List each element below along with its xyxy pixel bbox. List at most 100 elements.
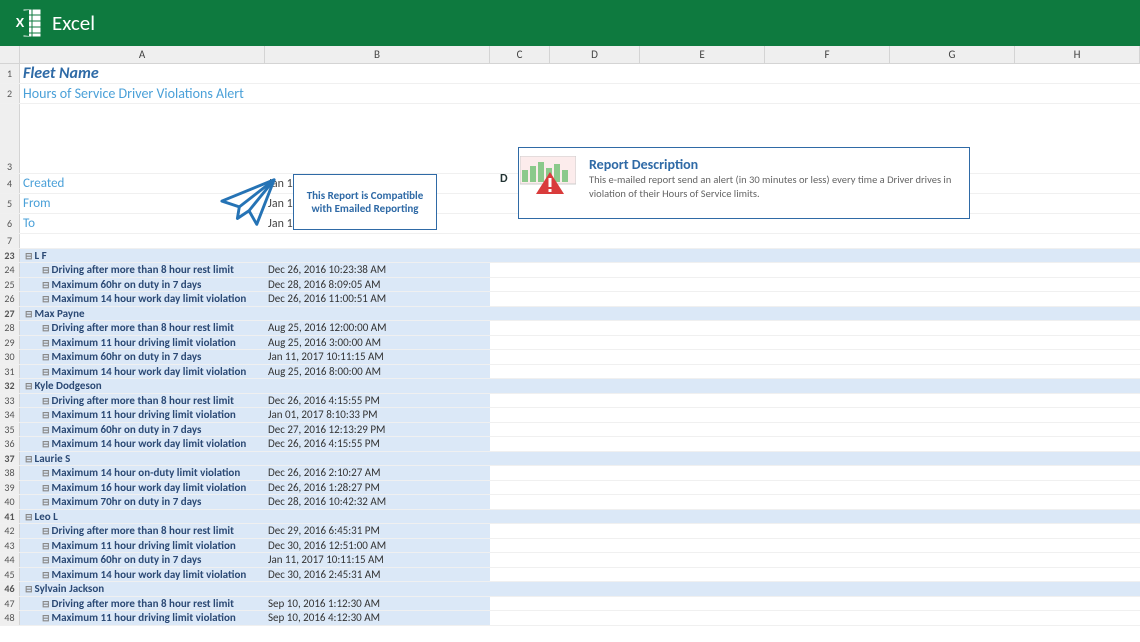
collapse-icon[interactable]: ⊟ [42, 541, 50, 552]
collapse-icon[interactable]: ⊟ [42, 570, 50, 581]
row-number[interactable]: 26 [0, 292, 20, 306]
driver-row[interactable]: 46 ⊟Sylvain Jackson [0, 582, 1140, 597]
grid-row[interactable]: 2 Hours of Service Driver Violations Ale… [0, 84, 1140, 104]
driver-row[interactable]: 41 ⊟Leo L [0, 510, 1140, 525]
row-number[interactable]: 34 [0, 408, 20, 422]
violation-row[interactable]: 28 ⊟Driving after more than 8 hour rest … [0, 321, 1140, 336]
row-number[interactable]: 25 [0, 278, 20, 292]
collapse-icon[interactable]: ⊟ [42, 396, 50, 407]
driver-row[interactable]: 32 ⊟Kyle Dodgeson [0, 379, 1140, 394]
violation-row[interactable]: 36 ⊟Maximum 14 hour work day limit viola… [0, 437, 1140, 452]
driver-row[interactable]: 27 ⊟Max Payne [0, 307, 1140, 322]
violation-row[interactable]: 25 ⊟Maximum 60hr on duty in 7 days Dec 2… [0, 278, 1140, 293]
row-number[interactable]: 40 [0, 495, 20, 509]
row-number[interactable]: 41 [0, 510, 20, 524]
row-number[interactable]: 6 [0, 214, 20, 233]
collapse-icon[interactable]: ⊟ [42, 526, 50, 537]
driver-row[interactable]: 37 ⊟Laurie S [0, 452, 1140, 467]
row-number[interactable]: 47 [0, 597, 20, 611]
row-number[interactable]: 24 [0, 263, 20, 277]
row-number[interactable]: 46 [0, 582, 20, 596]
collapse-icon[interactable]: ⊟ [42, 265, 50, 276]
violation-row[interactable]: 45 ⊟Maximum 14 hour work day limit viola… [0, 568, 1140, 583]
col-header-d[interactable]: D [550, 46, 640, 63]
violation-row[interactable]: 35 ⊟Maximum 60hr on duty in 7 days Dec 2… [0, 423, 1140, 438]
col-header-f[interactable]: F [765, 46, 890, 63]
driver-row[interactable]: 23 ⊟L F [0, 249, 1140, 264]
collapse-icon[interactable]: ⊟ [25, 251, 33, 262]
violation-row[interactable]: 40 ⊟Maximum 70hr on duty in 7 days Dec 2… [0, 495, 1140, 510]
collapse-icon[interactable]: ⊟ [42, 410, 50, 421]
collapse-icon[interactable]: ⊟ [42, 367, 50, 378]
row-number[interactable]: 3 [0, 104, 20, 173]
row-number[interactable]: 32 [0, 379, 20, 393]
row-number[interactable]: 42 [0, 524, 20, 538]
grid-row[interactable]: 7 [0, 234, 1140, 249]
row-number[interactable]: 5 [0, 194, 20, 213]
row-number[interactable]: 23 [0, 249, 20, 263]
col-header-g[interactable]: G [890, 46, 1015, 63]
violation-row[interactable]: 47 ⊟Driving after more than 8 hour rest … [0, 597, 1140, 612]
collapse-icon[interactable]: ⊟ [42, 338, 50, 349]
row-number[interactable]: 31 [0, 365, 20, 379]
row-number[interactable]: 37 [0, 452, 20, 466]
violation-row[interactable]: 48 ⊟Maximum 11 hour driving limit violat… [0, 611, 1140, 626]
collapse-icon[interactable]: ⊟ [42, 425, 50, 436]
collapse-icon[interactable]: ⊟ [25, 381, 33, 392]
collapse-icon[interactable]: ⊟ [42, 468, 50, 479]
collapse-icon[interactable]: ⊟ [42, 294, 50, 305]
collapse-icon[interactable]: ⊟ [42, 497, 50, 508]
row-number[interactable]: 29 [0, 336, 20, 350]
violation-row[interactable]: 31 ⊟Maximum 14 hour work day limit viola… [0, 365, 1140, 380]
violation-row[interactable]: 43 ⊟Maximum 11 hour driving limit violat… [0, 539, 1140, 554]
collapse-icon[interactable]: ⊟ [42, 555, 50, 566]
collapse-icon[interactable]: ⊟ [42, 483, 50, 494]
col-header-c[interactable]: C [490, 46, 550, 63]
row-number[interactable]: 39 [0, 481, 20, 495]
violation-row[interactable]: 29 ⊟Maximum 11 hour driving limit violat… [0, 336, 1140, 351]
row-number[interactable]: 45 [0, 568, 20, 582]
col-header-b[interactable]: B [265, 46, 490, 63]
grid-row[interactable]: 1 Fleet Name [0, 64, 1140, 84]
row-number[interactable]: 33 [0, 394, 20, 408]
row-number[interactable]: 44 [0, 553, 20, 567]
collapse-icon[interactable]: ⊟ [42, 599, 50, 610]
driver-name: ⊟Sylvain Jackson [20, 582, 265, 596]
collapse-icon[interactable]: ⊟ [25, 309, 33, 320]
row-number[interactable]: 1 [0, 64, 20, 83]
violation-row[interactable]: 34 ⊟Maximum 11 hour driving limit violat… [0, 408, 1140, 423]
violation-timestamp: Dec 27, 2016 12:13:29 PM [265, 423, 490, 437]
collapse-icon[interactable]: ⊟ [42, 280, 50, 291]
row-number[interactable]: 28 [0, 321, 20, 335]
violation-row[interactable]: 42 ⊟Driving after more than 8 hour rest … [0, 524, 1140, 539]
collapse-icon[interactable]: ⊟ [42, 323, 50, 334]
collapse-icon[interactable]: ⊟ [42, 613, 50, 624]
row-number[interactable]: 48 [0, 611, 20, 625]
row-number[interactable]: 7 [0, 234, 20, 248]
collapse-icon[interactable]: ⊟ [25, 454, 33, 465]
violation-row[interactable]: 26 ⊟Maximum 14 hour work day limit viola… [0, 292, 1140, 307]
row-number[interactable]: 36 [0, 437, 20, 451]
violation-row[interactable]: 24 ⊟Driving after more than 8 hour rest … [0, 263, 1140, 278]
col-header-h[interactable]: H [1015, 46, 1140, 63]
select-all-corner[interactable] [0, 46, 20, 63]
col-header-e[interactable]: E [640, 46, 765, 63]
col-header-a[interactable]: A [20, 46, 265, 63]
row-number[interactable]: 2 [0, 84, 20, 103]
violation-row[interactable]: 33 ⊟Driving after more than 8 hour rest … [0, 394, 1140, 409]
row-number[interactable]: 35 [0, 423, 20, 437]
collapse-icon[interactable]: ⊟ [42, 439, 50, 450]
collapse-icon[interactable]: ⊟ [42, 352, 50, 363]
collapse-icon[interactable]: ⊟ [25, 584, 33, 595]
violation-row[interactable]: 30 ⊟Maximum 60hr on duty in 7 days Jan 1… [0, 350, 1140, 365]
violation-label: ⊟Driving after more than 8 hour rest lim… [20, 597, 265, 611]
row-number[interactable]: 38 [0, 466, 20, 480]
violation-row[interactable]: 39 ⊟Maximum 16 hour work day limit viola… [0, 481, 1140, 496]
row-number[interactable]: 30 [0, 350, 20, 364]
row-number[interactable]: 43 [0, 539, 20, 553]
violation-row[interactable]: 38 ⊟Maximum 14 hour on-duty limit violat… [0, 466, 1140, 481]
row-number[interactable]: 27 [0, 307, 20, 321]
collapse-icon[interactable]: ⊟ [25, 512, 33, 523]
row-number[interactable]: 4 [0, 174, 20, 193]
violation-row[interactable]: 44 ⊟Maximum 60hr on duty in 7 days Jan 1… [0, 553, 1140, 568]
